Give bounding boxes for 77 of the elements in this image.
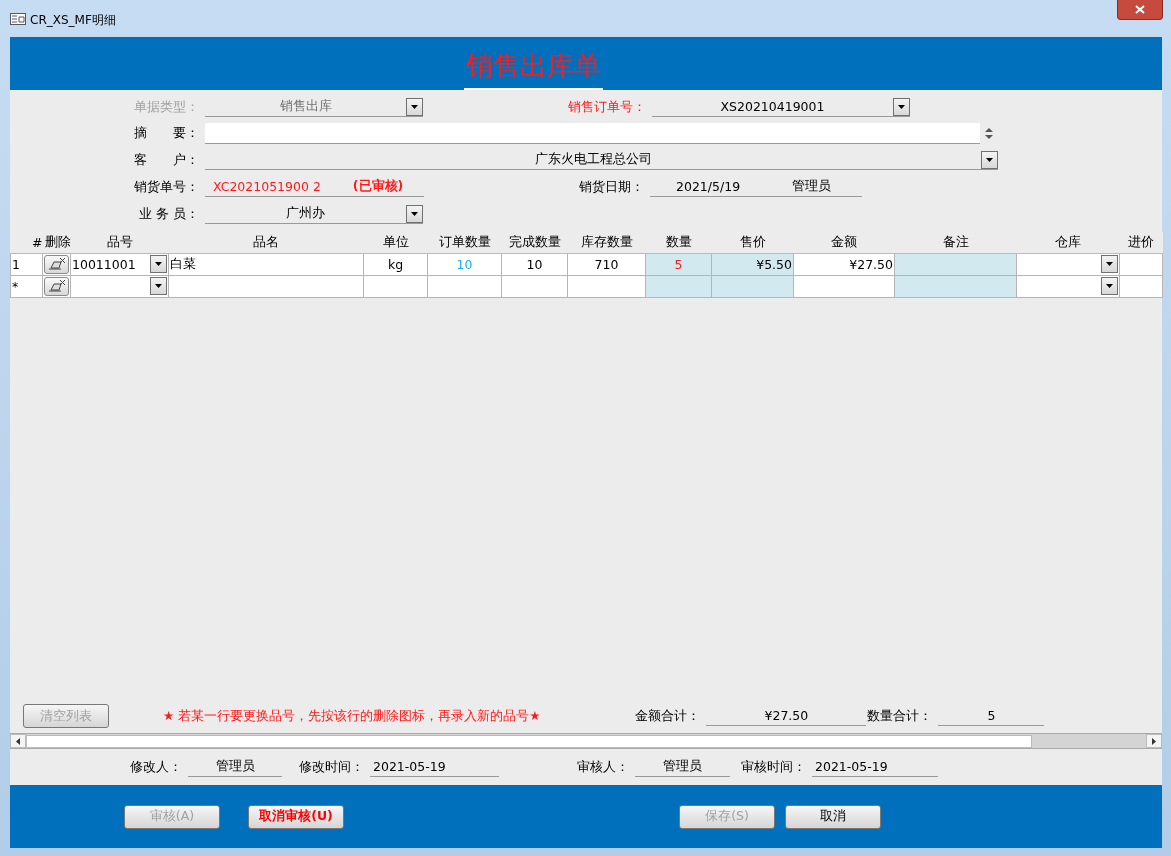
total-quantity-value: 5 (986, 708, 997, 723)
field-value: 广州办 (285, 205, 326, 222)
field-value: 2021-05-19 (373, 759, 446, 774)
field-value: 2021/5/19 (676, 179, 741, 194)
field-label: 客 户： (133, 151, 200, 169)
field-label: 审核人： (576, 758, 630, 776)
column-header: 删除 (42, 232, 71, 253)
field-label: 销售订单号： (567, 98, 647, 116)
dropdown-button[interactable] (150, 277, 167, 295)
field-value: 管理员 (214, 758, 256, 775)
dropdown-button[interactable] (1101, 277, 1118, 295)
status-text: (已审核) (352, 178, 404, 195)
dropdown-button[interactable] (406, 97, 423, 116)
action-button[interactable]: 取消 (785, 804, 881, 829)
eraser-icon (47, 279, 66, 293)
column-header: 进价 (1119, 232, 1163, 253)
operator-text: 管理员 (792, 178, 832, 195)
spinner-icon (984, 126, 993, 140)
column-header: 品号 (70, 232, 169, 253)
window-title: CR_XS_MF明细 (30, 12, 116, 29)
close-icon (1135, 5, 1145, 14)
right-arrow-icon (1152, 737, 1156, 745)
field-value: 2021-05-19 (815, 759, 888, 774)
dropdown-arrow-icon (155, 262, 162, 266)
summary-field[interactable] (205, 122, 980, 144)
column-header: 金额 (793, 232, 895, 253)
field-label: 摘 要： (133, 124, 200, 142)
field-value: XC2021051900 2 (213, 179, 321, 194)
combo-field[interactable]: 广州办 (205, 204, 423, 224)
close-button[interactable] (1117, 0, 1163, 20)
column-header: 完成数量 (501, 232, 568, 253)
new-row-marker: * (10, 275, 43, 297)
left-arrow-icon (16, 737, 20, 745)
field-label: 销货单号： (133, 178, 200, 196)
field-label: 销货日期： (578, 178, 645, 196)
field-value: 销售出库 (278, 98, 333, 115)
table-cell: 白菜 (168, 253, 364, 275)
field-label: 业 务 员： (138, 205, 200, 223)
field-value: 广东火电工程总公司 (533, 151, 653, 168)
column-header: 售价 (711, 232, 794, 253)
field-label: 单据类型： (133, 98, 200, 116)
column-header: 库存数量 (567, 232, 646, 253)
field-label: 审核时间： (740, 758, 807, 776)
column-header: 品名 (168, 232, 364, 253)
field-label: 金额合计： (634, 707, 702, 725)
item-code-value: 10011001 (72, 256, 136, 272)
row-index: 1 (10, 253, 43, 275)
column-header: 单位 (363, 232, 428, 253)
field-value: XS20210419001 (719, 99, 826, 114)
dropdown-button[interactable] (406, 204, 423, 223)
field-label: 数量合计： (866, 707, 934, 725)
dropdown-arrow-icon (411, 104, 418, 109)
eraser-icon (47, 257, 66, 271)
horizontal-scrollbar[interactable] (10, 733, 1162, 749)
field-label: 修改时间： (298, 758, 365, 776)
dropdown-arrow-icon (1106, 262, 1113, 266)
combo-field[interactable]: 广东火电工程总公司 (205, 150, 998, 170)
dropdown-arrow-icon (1106, 284, 1113, 288)
combo-field[interactable]: XS20210419001 (652, 97, 910, 117)
dropdown-arrow-icon (898, 104, 905, 109)
form-icon (10, 13, 26, 25)
column-header: 数量 (645, 232, 712, 253)
column-header: 备注 (894, 232, 1017, 253)
dropdown-button[interactable] (1101, 255, 1118, 273)
dropdown-arrow-icon (986, 157, 993, 162)
dropdown-arrow-icon (411, 211, 418, 216)
field-value: 管理员 (662, 758, 703, 775)
hint-text: ★ 若某一行要更换品号，先按该行的删除图标，再录入新的品号★ (163, 707, 541, 725)
dropdown-arrow-icon (155, 284, 162, 288)
column-header: 仓库 (1016, 232, 1120, 253)
total-amount-value: ¥27.50 (763, 708, 810, 723)
dropdown-button[interactable] (893, 97, 910, 116)
field-label: 修改人： (129, 758, 183, 776)
delete-button[interactable] (44, 276, 69, 296)
column-header: 订单数量 (427, 232, 502, 253)
dropdown-button[interactable] (150, 255, 167, 273)
dropdown-button[interactable] (981, 150, 998, 169)
